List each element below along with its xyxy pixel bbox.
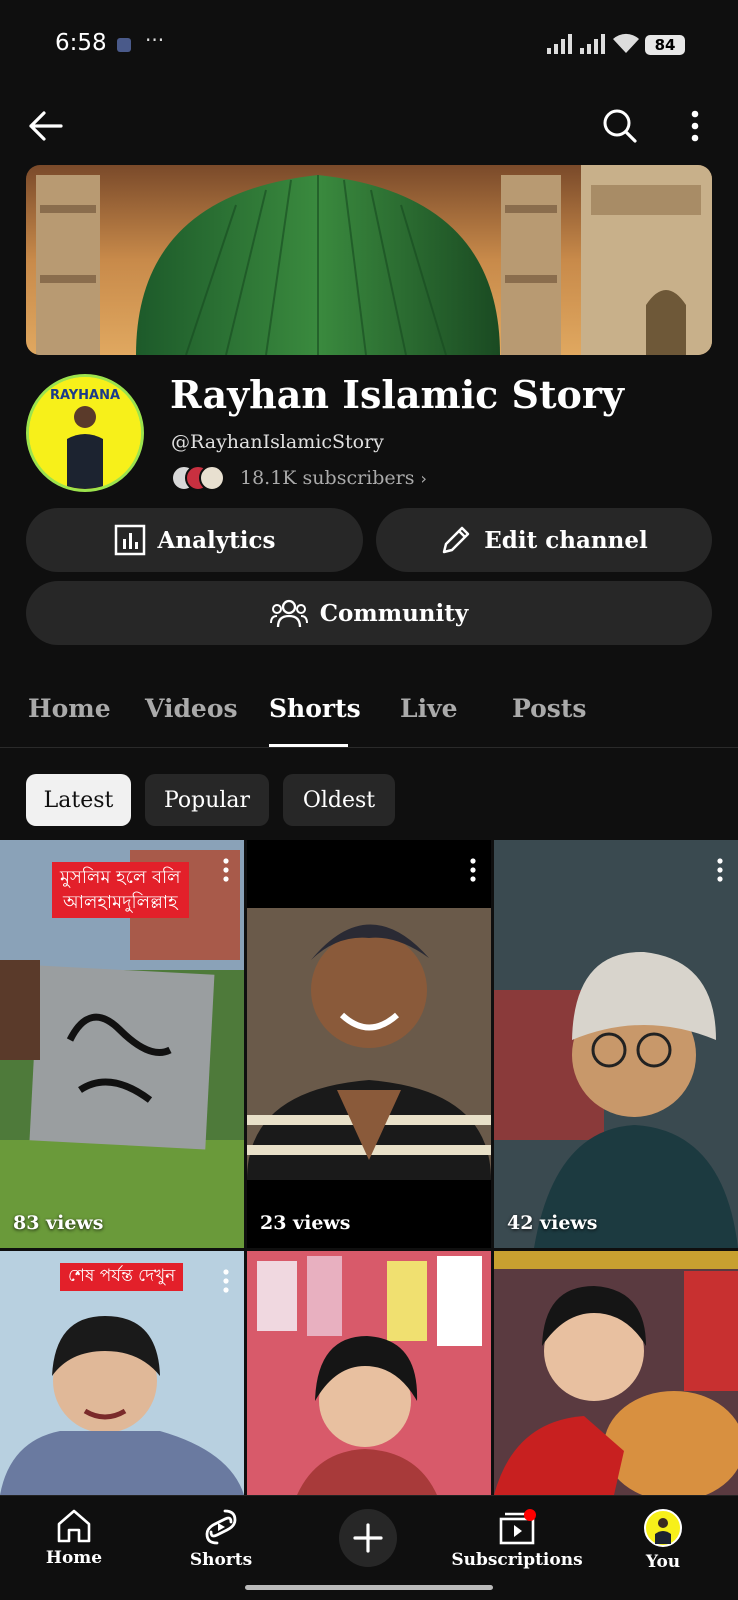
more-vert-icon[interactable] [222, 1269, 230, 1293]
subscriber-avatar [199, 465, 225, 491]
short-thumbnail-image [247, 1251, 491, 1495]
short-thumbnail-image [494, 840, 738, 1248]
subscriber-count[interactable]: 18.1K subscribers › [240, 467, 427, 489]
short-thumbnail[interactable] [247, 1251, 491, 1495]
tab-live[interactable]: Live [400, 694, 458, 723]
shorts-grid: মুসলিম হলে বলি আলহামদুলিল্লাহ 83 views 2… [0, 840, 738, 1495]
channel-avatar[interactable]: RAYHANA [26, 374, 144, 492]
more-notifications-icon: ··· [145, 28, 165, 52]
channel-tabs: Home Videos Shorts Live Posts [0, 670, 738, 748]
more-vert-icon[interactable] [222, 858, 230, 882]
analytics-label: Analytics [157, 526, 276, 554]
short-thumbnail[interactable]: 42 views [494, 840, 738, 1248]
status-time: 6:58 [55, 30, 107, 56]
nav-home[interactable]: Home [9, 1496, 139, 1568]
nav-subscriptions-label: Subscriptions [451, 1550, 583, 1570]
nav-shorts-label: Shorts [189, 1550, 253, 1570]
short-thumbnail-image [494, 1251, 738, 1495]
signal-icon-2 [580, 34, 605, 54]
plus-icon [353, 1523, 383, 1553]
view-count: 23 views [260, 1212, 351, 1234]
svg-text:RAYHANA: RAYHANA [50, 388, 120, 403]
battery-indicator: 84 [645, 35, 685, 55]
home-indicator[interactable] [245, 1585, 493, 1590]
channel-handle: @RayhanIslamicStory [171, 431, 384, 453]
community-button[interactable]: Community [26, 581, 712, 645]
subscriber-avatars [171, 465, 231, 491]
back-arrow-icon[interactable] [28, 110, 64, 142]
channel-title: Rayhan Islamic Story [170, 372, 624, 417]
shorts-icon [205, 1509, 237, 1545]
tab-videos[interactable]: Videos [145, 694, 238, 723]
tab-shorts[interactable]: Shorts [269, 694, 361, 723]
channel-banner [26, 165, 712, 355]
more-vert-icon[interactable] [469, 858, 477, 882]
chevron-right-icon: › [420, 469, 427, 488]
community-label: Community [319, 599, 469, 627]
wifi-icon [613, 33, 639, 53]
nav-you-label: You [645, 1552, 681, 1572]
tab-home[interactable]: Home [28, 694, 111, 723]
analytics-button[interactable]: Analytics [26, 508, 363, 572]
search-icon[interactable] [602, 108, 638, 144]
short-thumbnail[interactable]: 23 views [247, 840, 491, 1248]
edit-channel-button[interactable]: Edit channel [376, 508, 712, 572]
short-thumbnail-image [247, 840, 491, 1248]
status-bar: 6:58 ··· 84 [0, 0, 738, 90]
nav-subscriptions[interactable]: Subscriptions [451, 1496, 583, 1570]
home-icon [57, 1509, 91, 1543]
filter-latest[interactable]: Latest [26, 774, 131, 826]
video-caption: মুসলিম হলে বলি আলহামদুলিল্লাহ [52, 862, 189, 919]
filter-popular[interactable]: Popular [145, 774, 269, 826]
tab-posts[interactable]: Posts [512, 694, 587, 723]
nav-shorts[interactable]: Shorts [156, 1496, 286, 1570]
nav-home-label: Home [45, 1548, 103, 1568]
video-caption: শেষ পর্যন্ত দেখুন [60, 1263, 184, 1291]
create-button[interactable] [339, 1509, 397, 1567]
filter-oldest[interactable]: Oldest [283, 774, 395, 826]
more-vert-icon[interactable] [690, 110, 700, 142]
pencil-icon [443, 526, 470, 554]
short-thumbnail[interactable] [494, 1251, 738, 1495]
notification-app-icon [117, 38, 131, 52]
subscriptions-icon [499, 1509, 536, 1545]
short-thumbnail[interactable]: শেষ পর্যন্ত দেখুন [0, 1251, 244, 1495]
more-vert-icon[interactable] [716, 858, 724, 882]
view-count: 83 views [13, 1212, 104, 1234]
signal-icon [547, 34, 572, 54]
edit-channel-label: Edit channel [484, 526, 648, 554]
account-avatar-icon [644, 1509, 682, 1547]
short-thumbnail[interactable]: মুসলিম হলে বলি আলহামদুলিল্লাহ 83 views [0, 840, 244, 1248]
analytics-icon [114, 524, 145, 556]
nav-you[interactable]: You [598, 1496, 728, 1572]
active-tab-indicator [269, 744, 348, 747]
people-icon [269, 599, 308, 628]
view-count: 42 views [507, 1212, 598, 1234]
